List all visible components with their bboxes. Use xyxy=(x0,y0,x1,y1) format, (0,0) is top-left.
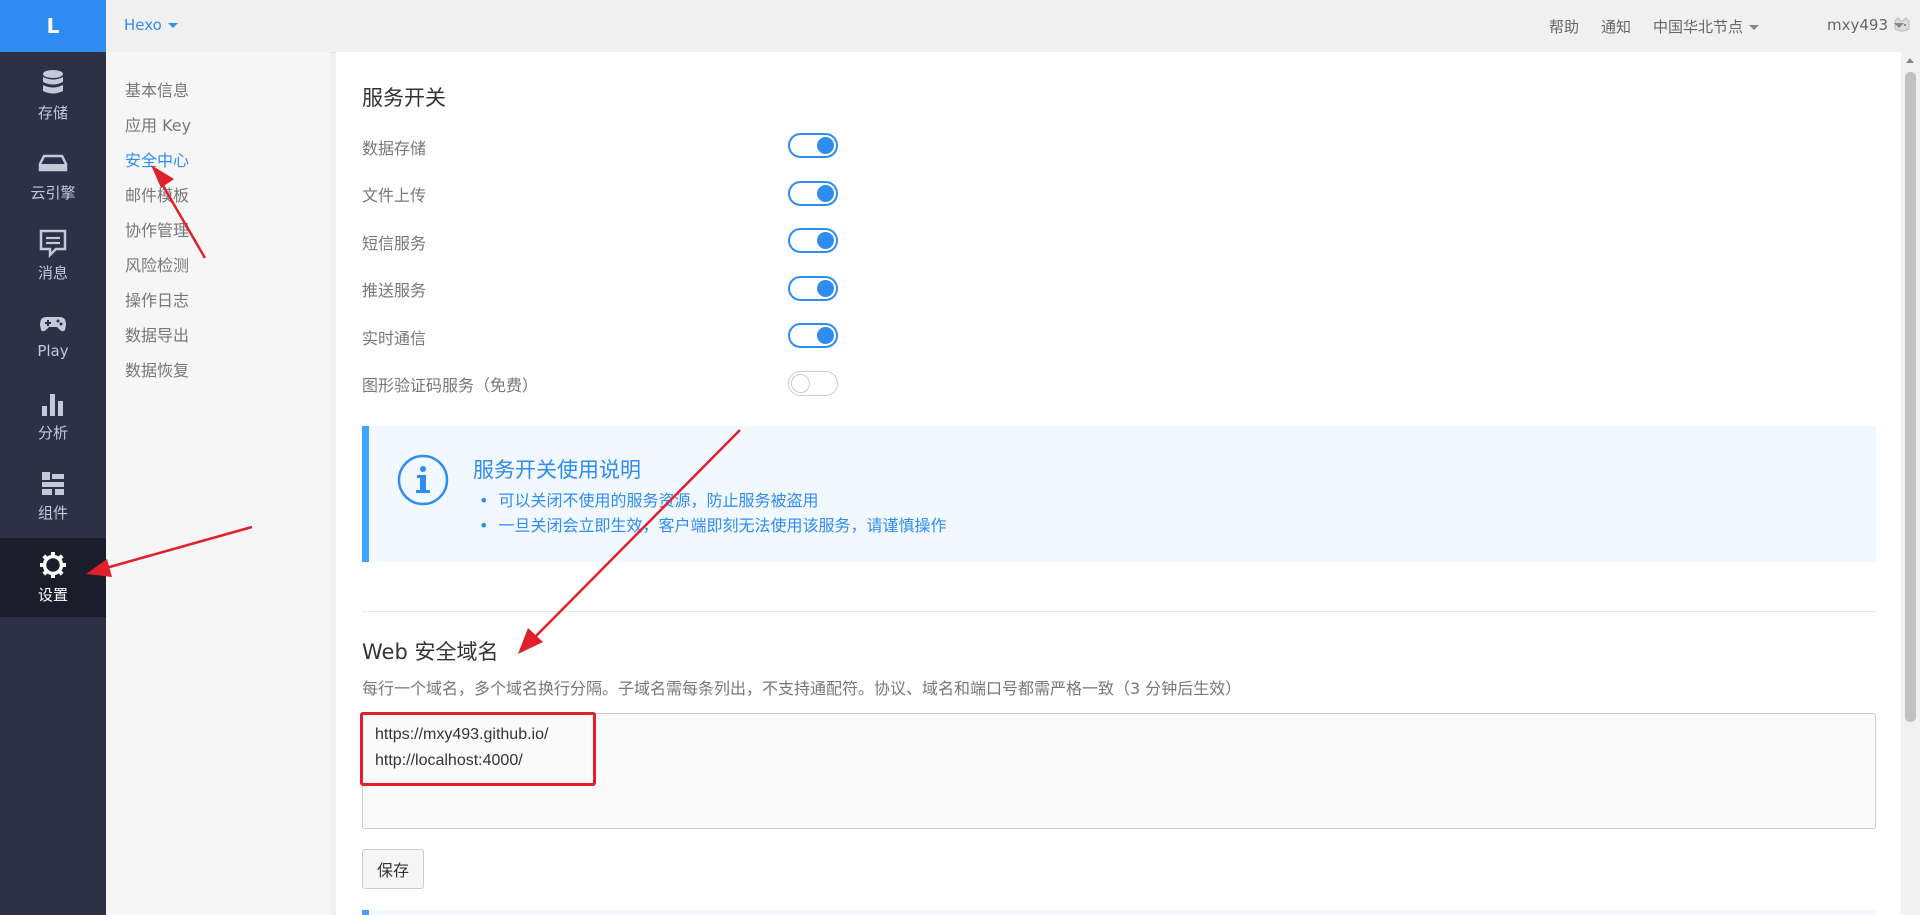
toggle-knob xyxy=(817,327,834,344)
web-domains-title: Web 安全域名 xyxy=(362,640,499,664)
service-label: 数据存储 xyxy=(362,139,427,158)
notice-item: 可以关闭不使用的服务资源，防止服务被盗用 xyxy=(473,488,946,513)
app-name: Hexo xyxy=(124,16,162,34)
notice-title: 服务开关使用说明 xyxy=(473,458,641,482)
nav-label: Play xyxy=(37,342,69,360)
service-label: 短信服务 xyxy=(362,234,427,253)
toggle-knob xyxy=(817,185,834,202)
gear-icon xyxy=(40,552,66,578)
help-link[interactable]: 帮助 xyxy=(1549,16,1579,37)
username: mxy493 xyxy=(1827,16,1888,34)
next-notice-edge xyxy=(362,910,1876,915)
web-domains-textarea[interactable]: https://mxy493.github.io/ http://localho… xyxy=(362,713,1876,829)
user-menu[interactable]: mxy493 xyxy=(1827,16,1904,34)
region-label: 中国华北节点 xyxy=(1653,18,1744,36)
chevron-down-icon xyxy=(1749,25,1760,30)
subnav-item-app-key[interactable]: 应用 Key xyxy=(125,112,191,136)
app-switcher[interactable]: Hexo xyxy=(124,16,178,34)
nav-label: 消息 xyxy=(37,264,68,282)
service-label: 实时通信 xyxy=(362,329,427,348)
subnav-item-basic-info[interactable]: 基本信息 xyxy=(125,77,189,101)
server-icon xyxy=(38,154,68,172)
toggle-data-storage[interactable] xyxy=(788,133,838,158)
subnav-item-data-restore[interactable]: 数据恢复 xyxy=(125,357,189,381)
top-bar: Hexo 帮助 通知 中国华北节点 mxy493 xyxy=(106,0,1920,53)
toggle-sms[interactable] xyxy=(788,228,838,253)
database-icon xyxy=(43,70,63,94)
notice-item: 一旦关闭会立即生效，客户端即刻无法使用该服务，请谨慎操作 xyxy=(473,513,946,538)
toggle-knob xyxy=(791,374,810,393)
toggle-push[interactable] xyxy=(788,276,838,301)
service-label: 图形验证码服务（免费） xyxy=(362,376,539,395)
nav-item-cloud-engine[interactable]: 云引擎 xyxy=(0,136,106,215)
service-label: 文件上传 xyxy=(362,186,427,205)
scrollbar-thumb[interactable] xyxy=(1905,72,1916,722)
toggle-captcha[interactable] xyxy=(788,371,838,396)
toggle-knob xyxy=(817,232,834,249)
nav-item-components[interactable]: 组件 xyxy=(0,456,106,535)
components-icon xyxy=(42,472,64,495)
save-button[interactable]: 保存 xyxy=(362,849,424,889)
toggle-realtime[interactable] xyxy=(788,323,838,348)
nav-item-settings[interactable]: 设置 xyxy=(0,538,106,617)
nav-label: 分析 xyxy=(37,424,68,442)
toggle-knob xyxy=(817,280,834,297)
service-label: 推送服务 xyxy=(362,281,427,300)
left-nav: L 存储 云引擎 消息 Play 分析 组件 设置 xyxy=(0,0,106,915)
nav-item-analytics[interactable]: 分析 xyxy=(0,376,106,455)
nav-label: 组件 xyxy=(37,504,68,522)
message-icon xyxy=(39,229,67,258)
chevron-down-icon xyxy=(167,23,178,28)
nav-item-storage[interactable]: 存储 xyxy=(0,56,106,135)
subnav-item-collaboration[interactable]: 协作管理 xyxy=(125,217,189,241)
main-content: 服务开关 数据存储 文件上传 短信服务 推送服务 实时通信 图形验证码服务（免费… xyxy=(336,52,1901,915)
notifications-link[interactable]: 通知 xyxy=(1601,16,1631,37)
nav-label: 存储 xyxy=(37,104,68,122)
nav-label: 云引擎 xyxy=(30,184,76,202)
gamepad-icon xyxy=(40,317,66,332)
subnav-item-data-export[interactable]: 数据导出 xyxy=(125,322,189,346)
nav-item-message[interactable]: 消息 xyxy=(0,216,106,295)
bar-chart-icon xyxy=(42,394,63,416)
subnav-item-operation-log[interactable]: 操作日志 xyxy=(125,287,189,311)
web-domains-description: 每行一个域名，多个域名换行分隔。子域名需每条列出，不支持通配符。协议、域名和端口… xyxy=(362,679,1242,698)
section-title: 服务开关 xyxy=(362,86,446,110)
toggle-file-upload[interactable] xyxy=(788,181,838,206)
region-selector[interactable]: 中国华北节点 xyxy=(1653,16,1760,37)
service-notice: 服务开关使用说明 可以关闭不使用的服务资源，防止服务被盗用 一旦关闭会立即生效，… xyxy=(362,426,1876,562)
settings-subnav: 基本信息 应用 Key 安全中心 邮件模板 协作管理 风险检测 操作日志 数据导… xyxy=(106,52,330,915)
nav-label: 设置 xyxy=(37,586,68,604)
app-logo[interactable]: L xyxy=(0,0,106,52)
subnav-item-risk-detection[interactable]: 风险检测 xyxy=(125,252,189,276)
page-scrollbar[interactable] xyxy=(1901,52,1920,915)
info-icon xyxy=(397,454,449,506)
chevron-down-icon xyxy=(1894,23,1904,28)
toggle-knob xyxy=(817,137,834,154)
scroll-up-icon[interactable] xyxy=(1906,58,1914,63)
subnav-item-security[interactable]: 安全中心 xyxy=(125,147,189,171)
nav-item-play[interactable]: Play xyxy=(0,296,106,375)
divider xyxy=(362,611,1876,612)
subnav-item-email-templates[interactable]: 邮件模板 xyxy=(125,182,189,206)
notice-list: 可以关闭不使用的服务资源，防止服务被盗用 一旦关闭会立即生效，客户端即刻无法使用… xyxy=(473,488,946,538)
